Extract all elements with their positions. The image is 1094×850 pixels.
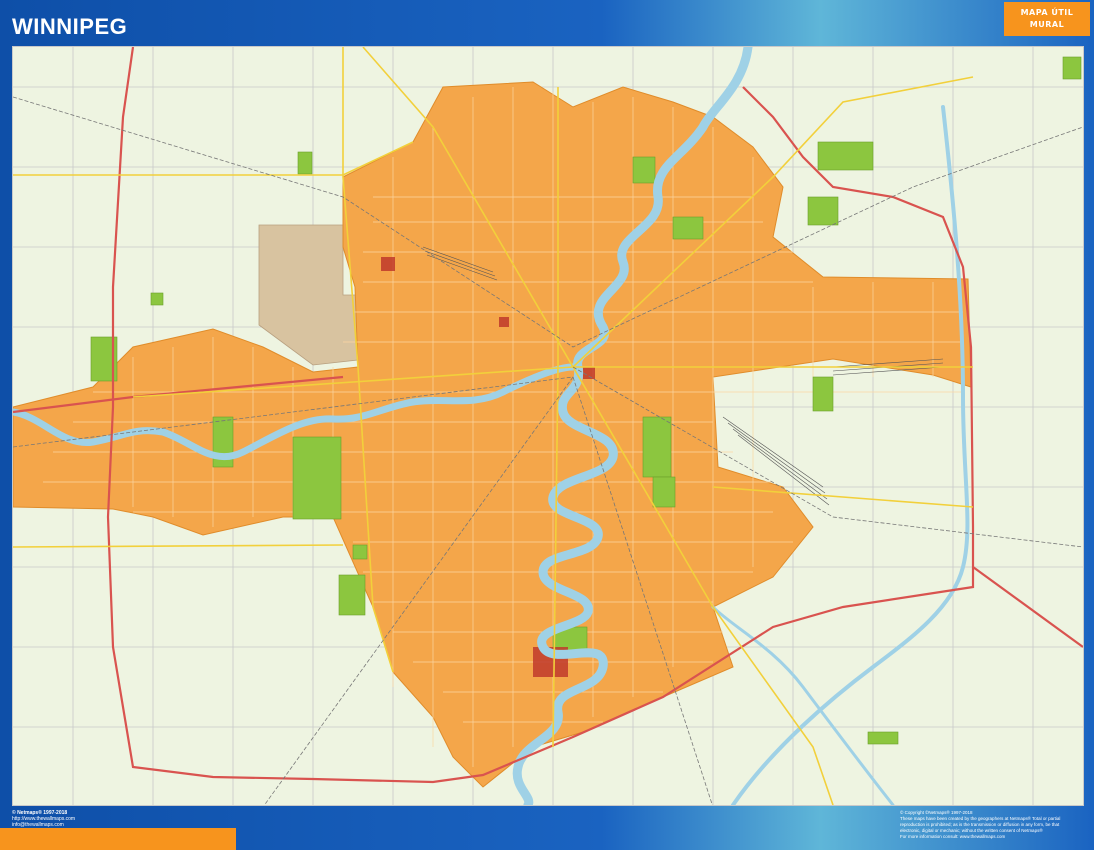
brand-strip xyxy=(0,828,236,850)
map-title: WINNIPEG xyxy=(12,14,128,39)
footer-legal: © Copyright ©Netmaps® 1997-2018 These ma… xyxy=(900,810,1080,840)
city-map[interactable] xyxy=(12,46,1084,806)
seine-river xyxy=(711,605,895,805)
brand-line-2: MURAL xyxy=(1029,20,1065,29)
brand-line-1: MAPA ÚTIL xyxy=(1020,8,1074,17)
footer-credits: © Netmaps® 1997-2018 http://www.thewallm… xyxy=(12,810,75,828)
brand-badge[interactable]: MAPA ÚTIL MURAL xyxy=(1004,2,1090,36)
legal-line-5: For more information consult: www.thewal… xyxy=(900,834,1006,839)
map-canvas xyxy=(13,47,1083,805)
